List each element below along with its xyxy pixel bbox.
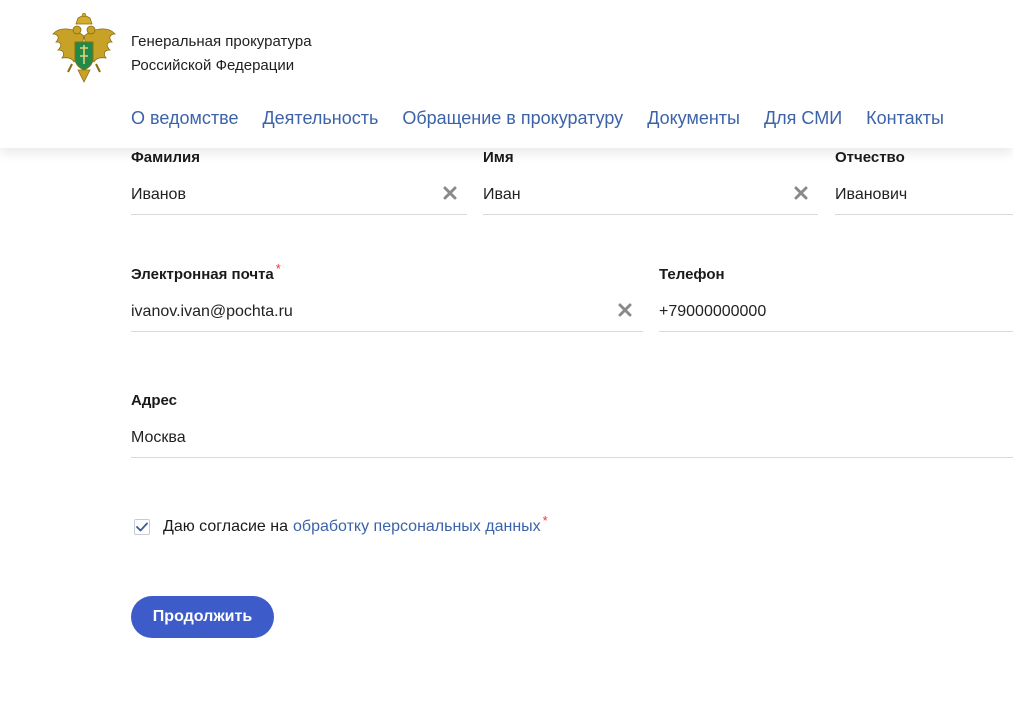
clear-name-icon[interactable] [794,186,808,200]
site-header: Генеральная прокуратура Российской Федер… [0,0,1013,148]
prosecutor-emblem-icon[interactable] [50,12,118,86]
nav-item-documents[interactable]: Документы [647,105,740,131]
email-required-mark: * [275,261,281,276]
organization-name-line1: Генеральная прокуратура [131,33,312,50]
phone-field: Телефон [659,266,1013,346]
patronymic-field: Отчество [835,149,1013,219]
name-label: Имя [483,149,514,166]
organization-name: Генеральная прокуратура Российской Федер… [131,30,312,78]
page: Фамилия Имя Отчество Электронная почта* … [0,0,1013,705]
nav-item-about[interactable]: О ведомстве [131,105,238,131]
patronymic-input[interactable] [835,175,1013,215]
continue-button[interactable]: Продолжить [131,596,274,638]
clear-email-icon[interactable] [618,303,632,317]
clear-surname-icon[interactable] [443,186,457,200]
checkmark-icon [136,522,148,532]
nav-item-contacts[interactable]: Контакты [866,105,944,131]
address-input[interactable] [131,418,1013,458]
phone-input[interactable] [659,292,1013,332]
surname-field: Фамилия [131,149,467,219]
consent-text: Даю согласие на [163,518,288,535]
address-field: Адрес [131,392,1013,472]
email-label: Электронная почта * [131,261,281,283]
surname-input[interactable] [131,175,467,215]
consent-required-mark: * [542,512,548,528]
organization-name-line2: Российской Федерации [131,57,295,74]
surname-label: Фамилия [131,149,200,166]
personal-data-link[interactable]: обработку персональных данных [293,518,541,536]
email-input[interactable] [131,292,643,332]
name-input[interactable] [483,175,818,215]
main-nav: О ведомстве Деятельность Обращение в про… [131,105,944,131]
address-label: Адрес [131,392,178,409]
nav-item-media[interactable]: Для СМИ [764,105,842,131]
email-label-text: Электронная почта [131,266,274,283]
nav-item-activity[interactable]: Деятельность [262,105,378,131]
consent-row: Даю согласие на обработку персональных д… [134,512,548,539]
nav-item-appeal[interactable]: Обращение в прокуратуру [402,105,623,131]
consent-checkbox[interactable] [134,519,150,535]
phone-label: Телефон [659,266,725,283]
patronymic-label: Отчество [835,149,905,166]
email-field: Электронная почта * [131,261,643,346]
name-field: Имя [483,149,818,219]
